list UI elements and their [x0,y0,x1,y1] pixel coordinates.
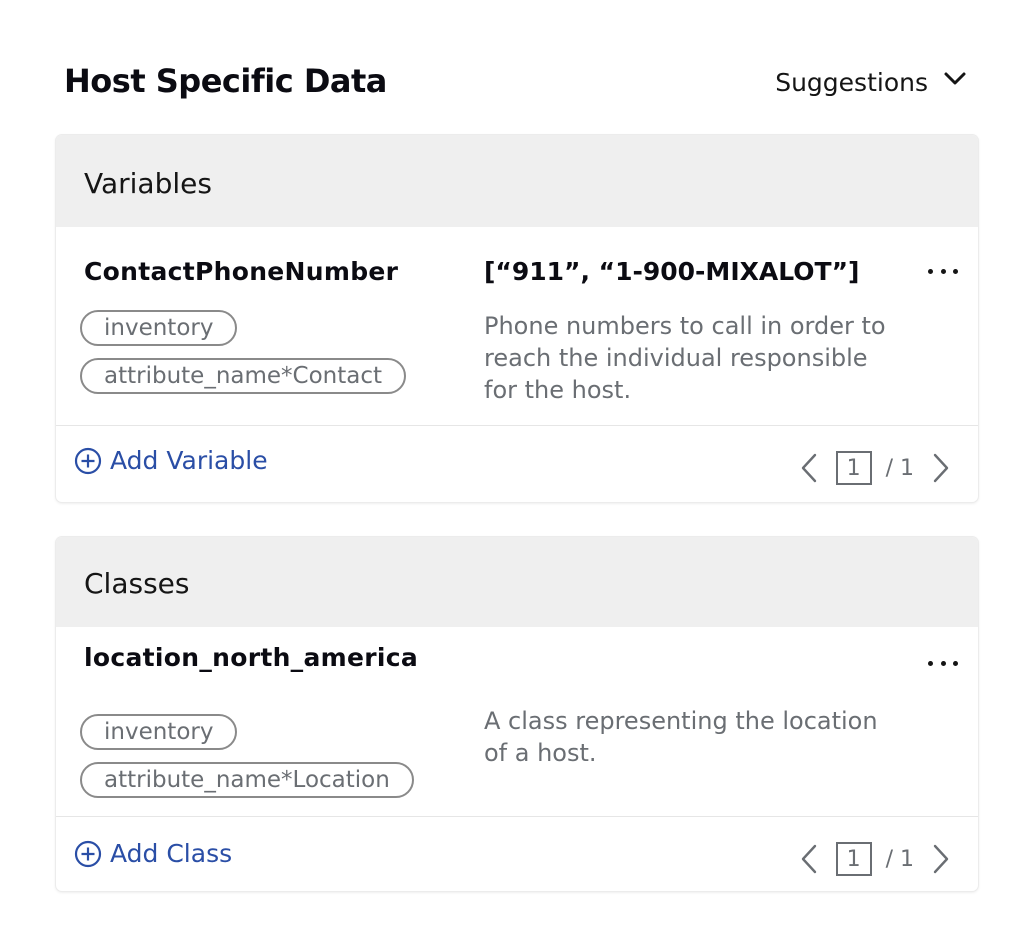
kebab-dot [940,268,946,274]
variable-row: ContactPhoneNumber [“911”, “1-900-MIXALO… [56,227,978,426]
chip-inventory[interactable]: inventory [80,310,238,346]
classes-title: Classes [84,567,190,600]
page-title: Host Specific Data [64,62,387,100]
chip-attribute[interactable]: attribute_name*Location [80,762,414,798]
class-row: location_north_america inventory attribu… [56,627,978,817]
page-input[interactable]: 1 [835,451,872,485]
suggestions-toggle[interactable]: Suggestions [775,68,968,97]
class-description: A class representing the location of a h… [484,707,878,767]
kebab-dot [953,660,958,666]
classes-footer: Add Class 1 / 1 [56,817,978,891]
variable-value: [“911”, “1-900-MIXALOT”] [484,257,860,286]
variables-pagination: 1 / 1 [798,448,952,488]
chevron-left-icon[interactable] [798,451,820,485]
class-kebab-menu[interactable] [928,653,958,673]
page-input[interactable]: 1 [835,842,872,876]
variables-title: Variables [84,167,212,200]
add-variable-button[interactable]: Add Variable [74,446,268,475]
kebab-icon [928,268,933,274]
page-total: / 1 [885,846,914,872]
variables-footer: Add Variable 1 / 1 [56,426,978,500]
chevron-left-icon[interactable] [798,842,820,876]
variable-kebab-menu[interactable] [928,261,958,281]
plus-circle-icon [74,840,102,867]
variables-panel-header: Variables [56,135,978,227]
classes-panel-header: Classes [56,537,978,627]
page-total: / 1 [885,455,914,481]
class-name: location_north_america [84,643,419,672]
kebab-dot [940,660,946,666]
header: Host Specific Data Suggestions [64,60,968,108]
add-variable-label: Add Variable [110,446,268,475]
kebab-icon [928,660,933,666]
chevron-right-icon[interactable] [930,451,952,485]
classes-pagination: 1 / 1 [798,839,952,879]
add-class-label: Add Class [110,839,233,868]
plus-circle-icon [74,447,102,474]
add-class-button[interactable]: Add Class [74,839,232,868]
kebab-dot [953,268,958,274]
variable-description: Phone numbers to call in order to reach … [484,312,886,404]
chevron-right-icon[interactable] [930,842,952,876]
variable-name: ContactPhoneNumber [84,257,399,286]
chevron-down-icon [944,72,966,84]
chip-attribute[interactable]: attribute_name*Contact [80,358,407,394]
classes-panel: Classes location_north_america inventory… [56,537,978,891]
variables-panel: Variables ContactPhoneNumber [“911”, “1-… [56,135,978,502]
suggestions-label: Suggestions [775,68,928,97]
chip-inventory[interactable]: inventory [80,714,238,750]
